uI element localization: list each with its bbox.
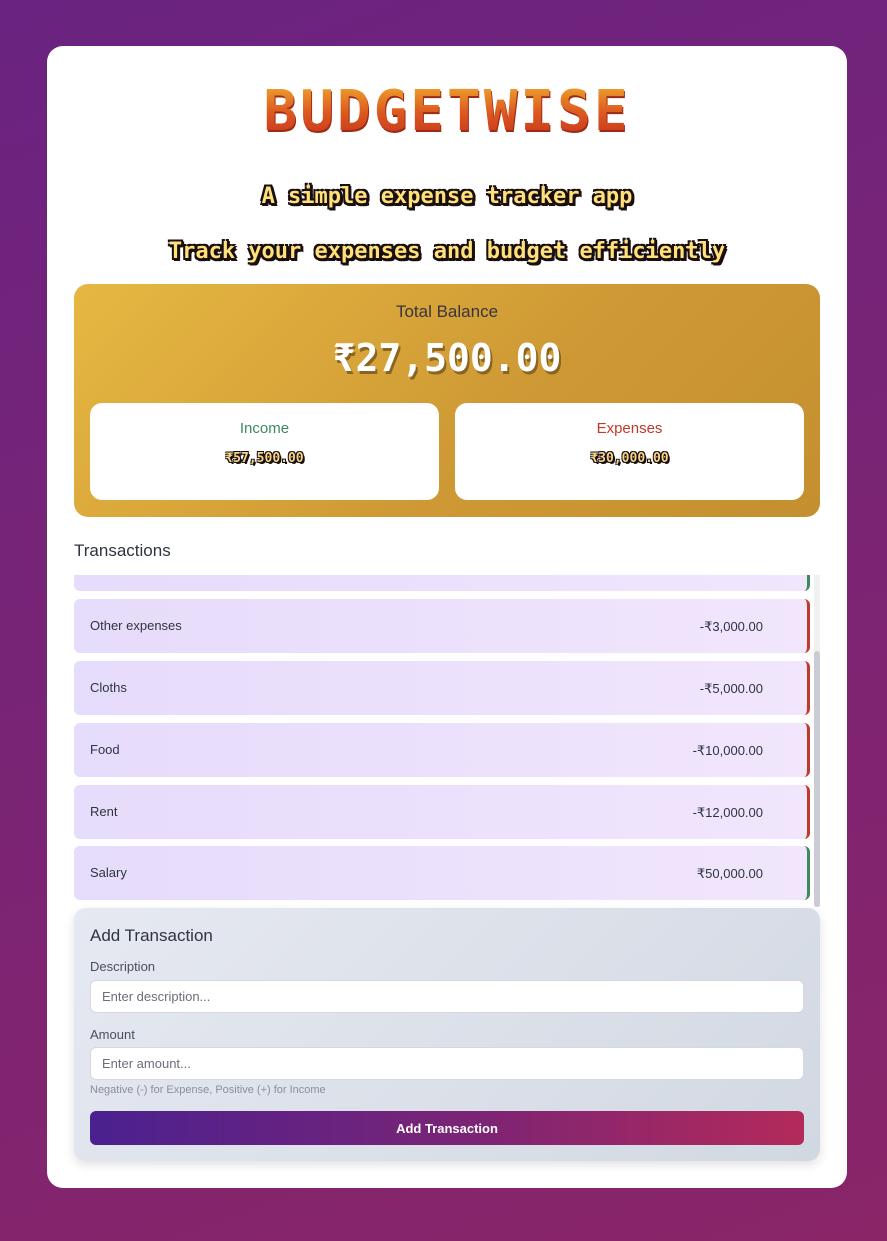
tagline-primary: A simple expense tracker app: [261, 184, 633, 209]
transaction-amount: ₹50,000.00: [696, 866, 763, 881]
transaction-list[interactable]: Other expenses -₹3,000.00 Cloths -₹5,000…: [74, 575, 820, 907]
transaction-description: Cloths: [90, 680, 127, 695]
app-logo-text: BUDGETWISE: [263, 79, 631, 144]
transaction-amount: -₹3,000.00: [699, 619, 763, 634]
list-item-partial[interactable]: [74, 575, 810, 591]
transaction-amount: -₹12,000.00: [692, 805, 763, 820]
expense-card: Expenses ₹30,000.00: [455, 403, 804, 500]
add-transaction-panel: Add Transaction Description Amount Negat…: [74, 908, 820, 1161]
transaction-description: Rent: [90, 804, 118, 819]
transaction-scrollbar[interactable]: [814, 575, 820, 907]
amount-label: Amount: [90, 1027, 135, 1042]
transactions-title: Transactions: [74, 541, 171, 560]
app-logo: BUDGETWISE: [47, 80, 847, 150]
transaction-description: Food: [90, 742, 120, 757]
income-card: Income ₹57,500.00: [90, 403, 439, 500]
list-item[interactable]: Cloths -₹5,000.00: [74, 661, 810, 715]
list-item[interactable]: Salary ₹50,000.00: [74, 846, 810, 900]
amount-hint: Negative (-) for Expense, Positive (+) f…: [90, 1084, 326, 1096]
transaction-amount: -₹10,000.00: [692, 743, 763, 758]
transaction-amount: -₹5,000.00: [699, 681, 763, 696]
scrollbar-thumb[interactable]: [814, 651, 820, 907]
add-transaction-button[interactable]: Add Transaction: [90, 1111, 804, 1145]
tagline-secondary: Track your expenses and budget efficient…: [168, 239, 726, 264]
expense-label: Expenses: [596, 420, 663, 437]
transaction-description: Other expenses: [90, 618, 182, 633]
add-transaction-title: Add Transaction: [90, 926, 213, 945]
balance-amount: ₹27,500.00: [332, 336, 562, 380]
list-item[interactable]: Other expenses -₹3,000.00: [74, 599, 810, 653]
balance-label: Total Balance: [395, 302, 499, 321]
income-label: Income: [239, 420, 290, 437]
list-item[interactable]: Food -₹10,000.00: [74, 723, 810, 777]
expense-amount: ₹30,000.00: [590, 451, 669, 466]
amount-input[interactable]: [90, 1047, 804, 1080]
income-amount: ₹57,500.00: [225, 451, 304, 466]
list-item[interactable]: Rent -₹12,000.00: [74, 785, 810, 839]
balance-card: Total Balance ₹27,500.00 Income ₹57,500.…: [74, 284, 820, 517]
transaction-description: Salary: [90, 865, 127, 880]
description-input[interactable]: [90, 980, 804, 1013]
description-label: Description: [90, 959, 156, 974]
